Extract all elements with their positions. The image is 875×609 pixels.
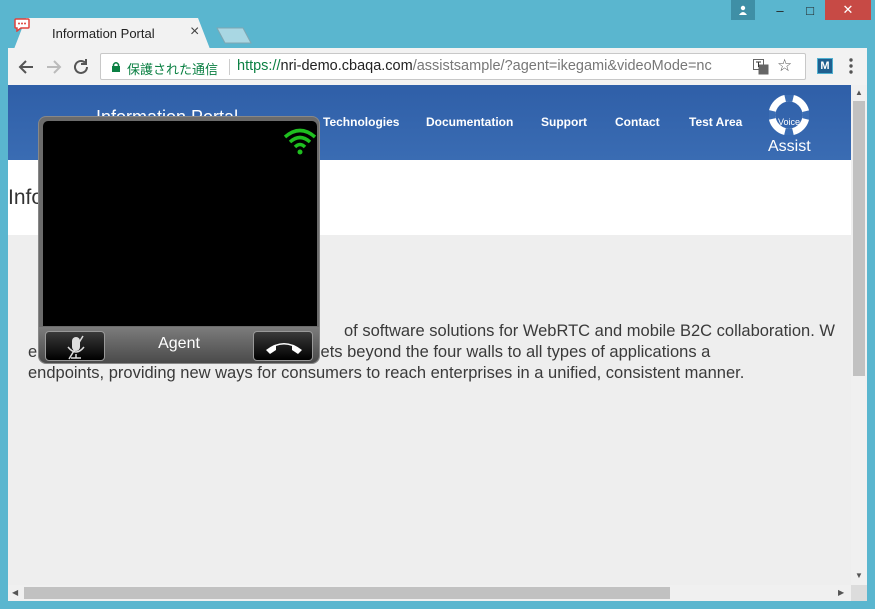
security-label: 保護された通信 <box>127 62 219 77</box>
agent-label: Agent <box>158 335 200 352</box>
assist-button[interactable]: Assist <box>768 138 811 156</box>
tab-title: Information Portal <box>52 26 155 41</box>
window-controls: – □ ✕ <box>731 0 871 20</box>
lifebuoy-icon[interactable] <box>769 95 809 135</box>
tab-close-icon[interactable]: × <box>190 23 199 41</box>
address-bar[interactable]: 保護された通信 https://nri-demo.cbaqa.com/assis… <box>100 53 806 80</box>
lock-icon <box>112 62 120 72</box>
close-window-button[interactable]: ✕ <box>825 0 871 20</box>
horizontal-scrollbar[interactable]: ◀ ▶ <box>8 585 851 601</box>
mute-button[interactable] <box>45 331 105 361</box>
url-text[interactable]: https://nri-demo.cbaqa.com/assistsample/… <box>237 58 749 74</box>
divider <box>229 59 230 75</box>
bookmark-star-icon[interactable]: ☆ <box>777 56 792 76</box>
scroll-left-arrow-icon[interactable]: ◀ <box>12 588 18 597</box>
scroll-up-arrow-icon[interactable]: ▲ <box>855 88 863 97</box>
back-arrow-icon[interactable] <box>16 56 38 78</box>
maximize-button[interactable]: □ <box>795 0 825 20</box>
browser-tab[interactable]: Information Portal × <box>14 18 210 49</box>
video-feed <box>43 121 317 326</box>
extension-icon[interactable]: M <box>817 58 833 74</box>
call-controls: Agent <box>39 327 319 363</box>
nav-technologies[interactable]: Technologies <box>323 115 399 129</box>
kebab-menu-icon[interactable] <box>846 56 856 76</box>
url-path: /assistsample/?agent=ikegami&videoMode=n… <box>412 58 712 74</box>
video-call-widget[interactable]: Agent <box>38 116 320 364</box>
forward-arrow-icon[interactable] <box>42 56 64 78</box>
reload-icon[interactable] <box>70 56 92 78</box>
signal-strength-icon <box>283 128 317 155</box>
profile-icon[interactable] <box>731 0 755 20</box>
body-line: endpoints, providing new ways for consum… <box>28 364 745 382</box>
nav-contact[interactable]: Contact <box>615 115 660 129</box>
url-host: nri-demo.cbaqa.com <box>280 58 413 74</box>
browser-window: Information Portal × – □ ✕ 保護された通信 https… <box>0 0 875 609</box>
translate-icon[interactable] <box>753 59 769 75</box>
phone-hangup-icon <box>266 343 302 354</box>
vertical-scroll-thumb[interactable] <box>853 101 865 376</box>
scroll-right-arrow-icon[interactable]: ▶ <box>838 588 844 597</box>
url-scheme: https:// <box>237 58 281 74</box>
nav-support[interactable]: Support <box>541 115 587 129</box>
nav-documentation[interactable]: Documentation <box>426 115 513 129</box>
browser-toolbar: 保護された通信 https://nri-demo.cbaqa.com/assis… <box>8 48 867 85</box>
assist-voice-label: Voice <box>778 117 801 127</box>
hang-up-button[interactable] <box>253 331 313 361</box>
minimize-button[interactable]: – <box>765 0 795 20</box>
scroll-down-arrow-icon[interactable]: ▼ <box>855 571 863 580</box>
nav-test-area[interactable]: Test Area <box>689 115 742 129</box>
vertical-scrollbar[interactable]: ▲ ▼ <box>851 85 867 585</box>
scrollbar-corner <box>851 585 867 601</box>
chat-bubble-icon <box>14 18 30 32</box>
new-tab-button[interactable] <box>216 27 252 44</box>
microphone-muted-icon <box>67 335 85 360</box>
horizontal-scroll-thumb[interactable] <box>24 587 670 599</box>
